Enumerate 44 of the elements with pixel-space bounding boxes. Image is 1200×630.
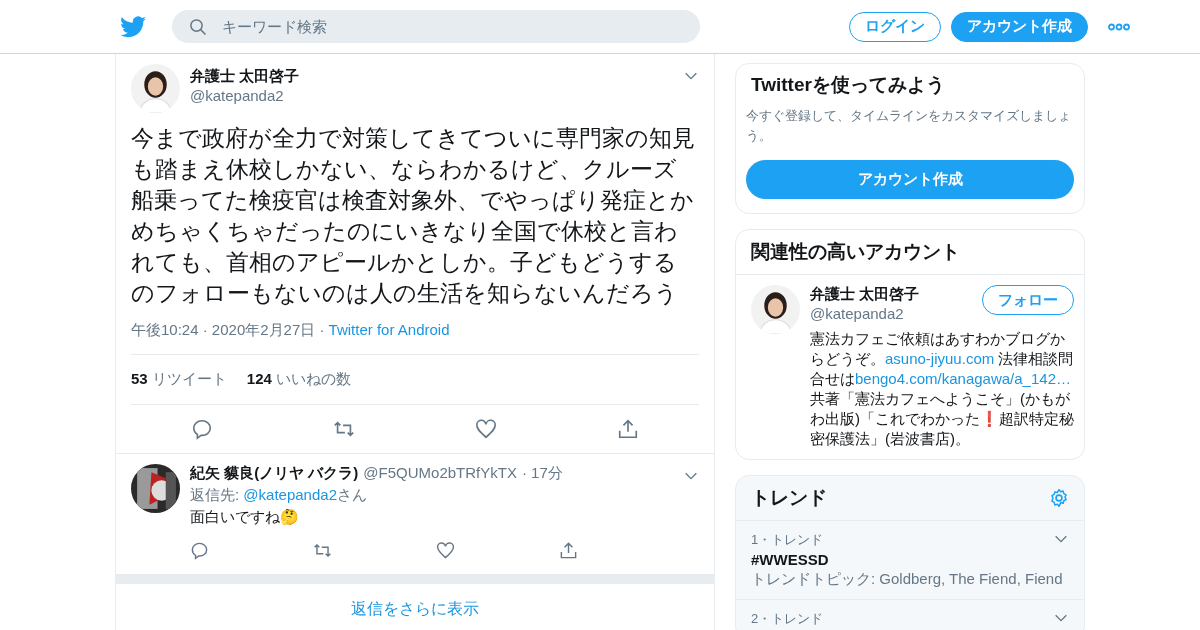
trend-item[interactable]: 2・トレンド	[736, 600, 1084, 630]
reply-text: 面白いですね🤔	[190, 507, 300, 527]
share-icon[interactable]	[559, 540, 578, 560]
reply-icon[interactable]	[191, 418, 213, 440]
author-handle[interactable]: @katepanda2	[190, 87, 673, 104]
stat-count[interactable]: 124 いいねの数	[246, 370, 352, 389]
like-icon[interactable]	[436, 540, 455, 560]
reply-author-name[interactable]: 紀矢 貘良(ノリヤ バクラ)	[190, 464, 359, 483]
card-title: 関連性の高いアカウント	[736, 230, 1084, 275]
settings-icon[interactable]	[1049, 488, 1069, 508]
signup-button[interactable]: アカウント作成	[951, 11, 1088, 42]
like-icon[interactable]	[475, 418, 497, 440]
show-more-replies-link[interactable]: 返信をさらに表示	[116, 584, 714, 630]
share-icon[interactable]	[617, 418, 639, 440]
bio-link[interactable]: bengo4.com/kanagawa/a_142…	[855, 370, 1071, 387]
reply-time: · 17分	[521, 464, 563, 483]
trend-rank: 1・トレンド	[751, 531, 824, 549]
reply-author-handle[interactable]: @F5QUMo2bTRfYkTX	[363, 464, 517, 481]
stat-count[interactable]: 53 リツイート	[131, 370, 227, 389]
account-bio: 憲法カフェご依頼はあすわかブログからどうぞ。asuno-jiyuu.com 法律相談問合せはbengo4.com/kanagawa/a_142… 共著「憲法カフェへようこそ」(かもがわ出版)「これでわかった❗超訳特定秘密保護法」(岩波書店)。	[810, 329, 1074, 449]
trend-item[interactable]: 1・トレンド #WWESSD トレンドトピック: Goldberg, The Fiend, Fiend	[736, 521, 1084, 600]
source-link[interactable]: Twitter for Android	[328, 321, 450, 338]
trend-rank: 2・トレンド	[751, 610, 824, 628]
bird-logo-icon[interactable]	[120, 15, 146, 38]
account-handle[interactable]: @katepanda2	[810, 305, 982, 322]
mention-link[interactable]: @katepanda2	[243, 486, 337, 503]
author-name[interactable]: 弁護士 太田啓子	[190, 67, 673, 86]
trend-topic: トレンドトピック: Goldberg, The Fiend, Fiend	[751, 570, 1063, 589]
reply-to-text: 返信先: @katepanda2さん	[190, 485, 368, 505]
follow-button[interactable]: フォロー	[982, 285, 1074, 315]
trend-name: #WWESSD	[751, 551, 829, 568]
card-text: 今すぐ登録して、タイムラインをカスタマイズしましょう。	[746, 107, 1072, 145]
search-icon	[189, 18, 207, 36]
search-field[interactable]: キーワード検索	[172, 10, 700, 43]
bio-link[interactable]: asuno-jiyuu.com	[885, 350, 995, 367]
card-title: Twitterを使ってみよう	[750, 73, 946, 97]
account-name[interactable]: 弁護士 太田啓子	[810, 285, 982, 304]
reply-icon[interactable]	[190, 540, 209, 560]
signup-button[interactable]: アカウント作成	[746, 160, 1074, 199]
tweet-timestamp: 午後10:24 · 2020年2月27日 ·	[131, 321, 325, 338]
more-icon[interactable]	[1108, 22, 1130, 31]
tweet-text: 今まで政府が全力で対策してきてついに専門家の知見も踏まえ休校しかない、ならわかるけど、クルーズ船乗ってた検疫官は検査対象外、でやっぱり発症とかめちゃくちゃだったのにいきなり全国で休校と言われても、首相のアピールかとしか。子どもどうするのフォローもないのは人の生活を知らないんだろう	[131, 124, 696, 308]
card-title: トレンド	[751, 486, 827, 510]
login-button[interactable]: ログイン	[849, 11, 941, 42]
